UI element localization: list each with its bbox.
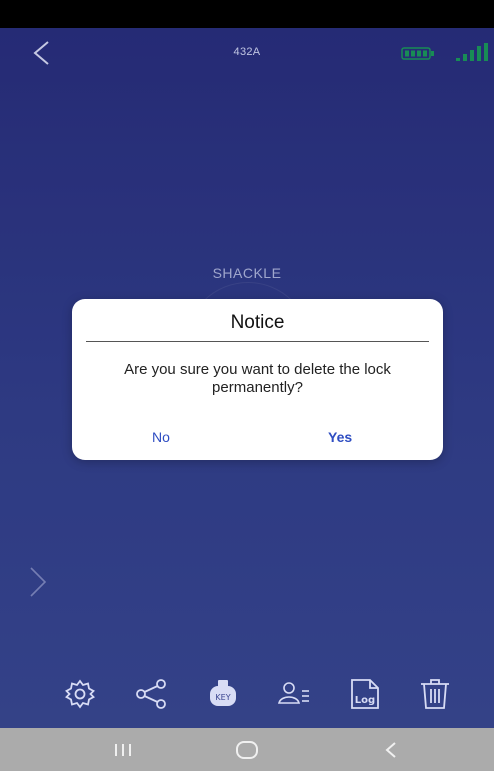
back-icon[interactable] <box>376 738 406 762</box>
dialog-divider <box>86 341 429 342</box>
key-fob-icon[interactable]: KEY <box>205 676 241 712</box>
dialog-title: Notice <box>230 312 285 333</box>
svg-text:Log: Log <box>355 695 375 706</box>
lock-screen: 432A SHACKLE Notice Are you sure you wan… <box>0 28 494 728</box>
svg-text:KEY: KEY <box>215 693 230 702</box>
no-button[interactable]: No <box>152 429 170 445</box>
home-icon[interactable] <box>232 738 262 762</box>
bottom-toolbar: KEY Log <box>0 668 494 728</box>
users-icon[interactable] <box>276 676 312 712</box>
log-icon[interactable]: Log <box>347 676 383 712</box>
gear-icon[interactable] <box>62 676 98 712</box>
trash-icon[interactable] <box>417 676 453 712</box>
status-bar <box>0 0 494 28</box>
dialog-message: Are you sure you want to delete the lock… <box>124 361 391 396</box>
confirm-delete-dialog: Notice Are you sure you want to delete t… <box>72 299 443 460</box>
share-icon[interactable] <box>133 676 169 712</box>
recent-apps-icon[interactable] <box>108 738 138 762</box>
system-nav-bar <box>0 728 494 771</box>
yes-button[interactable]: Yes <box>328 429 352 445</box>
